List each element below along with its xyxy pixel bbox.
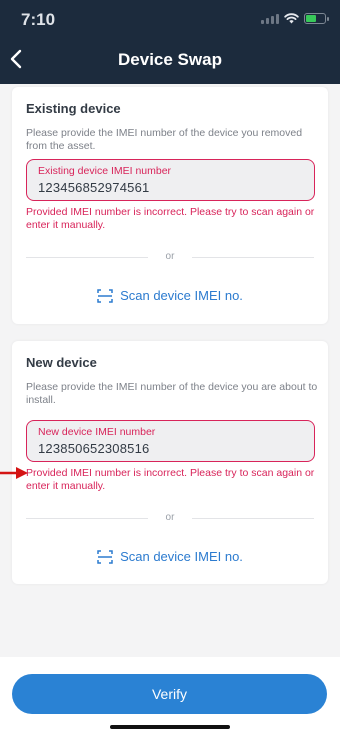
- existing-imei-error: Provided IMEI number is incorrect. Pleas…: [26, 206, 315, 231]
- new-imei-error: Provided IMEI number is incorrect. Pleas…: [26, 467, 315, 492]
- existing-scan-button[interactable]: Scan device IMEI no.: [12, 288, 328, 303]
- annotation-arrow-icon: [0, 467, 28, 479]
- top-header: 7:10 Device Swap: [0, 0, 340, 84]
- status-time: 7:10: [21, 10, 56, 29]
- home-indicator: [110, 725, 230, 729]
- scan-icon: [97, 549, 113, 564]
- new-scan-label: Scan device IMEI no.: [120, 549, 243, 564]
- verify-button[interactable]: Verify: [12, 674, 327, 714]
- page-title: Device Swap: [118, 50, 222, 69]
- new-device-title: New device: [26, 355, 97, 370]
- new-device-description: Please provide the IMEI number of the de…: [26, 381, 318, 406]
- existing-imei-label: Existing device IMEI number: [38, 165, 172, 177]
- existing-imei-value: 123456852974561: [38, 180, 150, 195]
- existing-device-description: Please provide the IMEI number of the de…: [26, 127, 303, 152]
- status-icons: [261, 13, 329, 24]
- signal-icon: [261, 13, 279, 24]
- new-imei-value: 123850652308516: [38, 441, 150, 456]
- wifi-icon: [284, 13, 299, 24]
- or-divider: or: [26, 251, 314, 263]
- scan-icon: [97, 288, 113, 303]
- new-scan-button[interactable]: Scan device IMEI no.: [12, 549, 328, 564]
- new-imei-label: New device IMEI number: [38, 426, 156, 438]
- existing-device-card: Existing device Please provide the IMEI …: [12, 87, 328, 324]
- status-bar: 7:10: [0, 0, 340, 40]
- existing-scan-label: Scan device IMEI no.: [120, 288, 243, 303]
- new-device-card: New device Please provide the IMEI numbe…: [12, 341, 328, 584]
- battery-icon: [304, 13, 329, 24]
- new-imei-input[interactable]: New device IMEI number 123850652308516: [26, 420, 315, 462]
- existing-device-title: Existing device: [26, 101, 121, 116]
- or-divider: or: [26, 512, 314, 524]
- existing-imei-input[interactable]: Existing device IMEI number 123456852974…: [26, 159, 315, 201]
